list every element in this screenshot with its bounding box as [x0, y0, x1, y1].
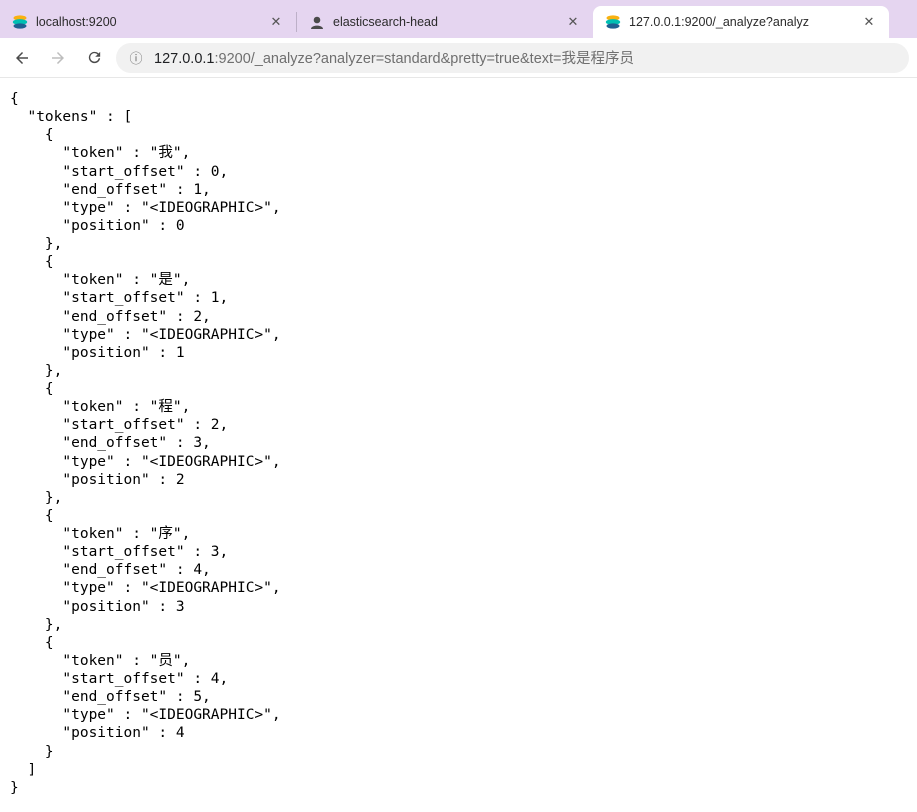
tab-analyze[interactable]: 127.0.0.1:9200/_analyze?analyz ✕ — [593, 6, 889, 38]
elastic-icon — [12, 14, 28, 30]
address-bar[interactable]: ⓘ 127.0.0.1:9200/_analyze?analyzer=stand… — [116, 43, 909, 73]
url-host: 127.0.0.1 — [154, 51, 214, 67]
tab-title: elasticsearch-head — [333, 15, 557, 29]
close-icon[interactable]: ✕ — [268, 14, 284, 30]
tab-es-head[interactable]: elasticsearch-head ✕ — [297, 6, 593, 38]
nav-bar: ⓘ 127.0.0.1:9200/_analyze?analyzer=stand… — [0, 38, 917, 78]
close-icon[interactable]: ✕ — [565, 14, 581, 30]
close-icon[interactable]: ✕ — [861, 14, 877, 30]
tab-title: localhost:9200 — [36, 15, 260, 29]
tab-strip: localhost:9200 ✕ elasticsearch-head ✕ — [0, 0, 917, 38]
url-text: 127.0.0.1:9200/_analyze?analyzer=standar… — [154, 47, 897, 68]
tab-localhost[interactable]: localhost:9200 ✕ — [0, 6, 296, 38]
browser-chrome: localhost:9200 ✕ elasticsearch-head ✕ — [0, 0, 917, 78]
url-path: :9200/_analyze?analyzer=standard&pretty=… — [214, 51, 634, 67]
head-icon — [309, 14, 325, 30]
back-button[interactable] — [8, 44, 36, 72]
json-response: { "tokens" : [ { "token" : "我", "start_o… — [0, 78, 917, 807]
site-info-icon[interactable]: ⓘ — [128, 50, 144, 66]
elastic-icon — [605, 14, 621, 30]
tab-title: 127.0.0.1:9200/_analyze?analyz — [629, 15, 853, 29]
reload-button[interactable] — [80, 44, 108, 72]
forward-button[interactable] — [44, 44, 72, 72]
